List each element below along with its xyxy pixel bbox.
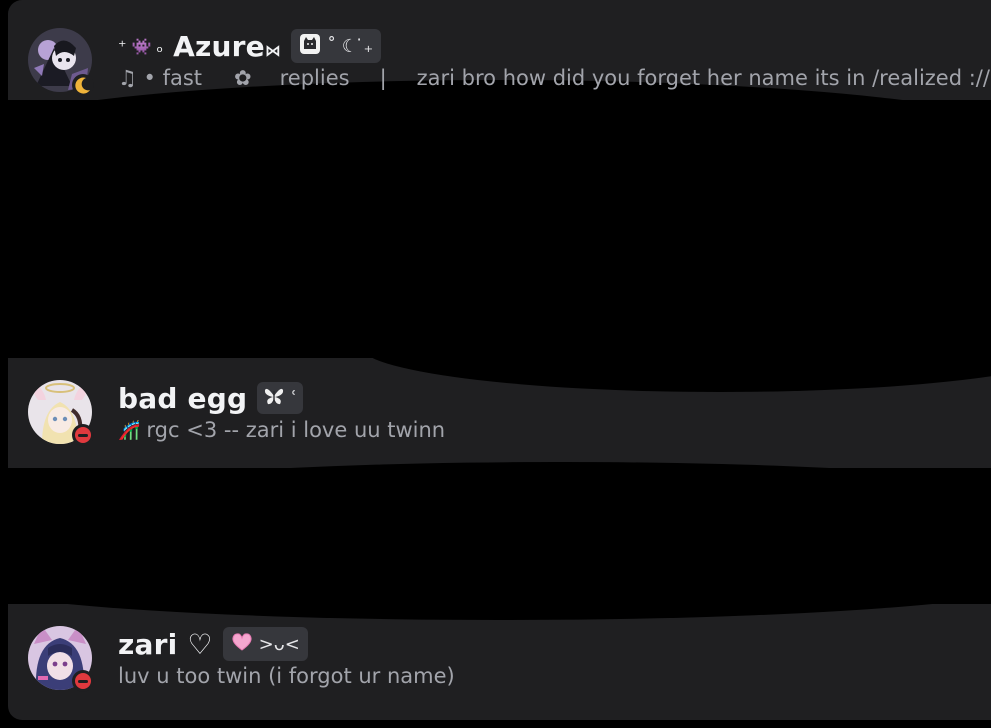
custom-status: 🎢 rgc <3 -- zari i love uu twinn	[118, 418, 445, 442]
tag-text: ˚ ☾ ̇₊	[327, 35, 374, 57]
member-list: ⁺ 👾 ₒ Azure⋈ ˚ ☾ ̇₊ ♫ • fast ✿ replies |	[0, 0, 991, 728]
status-part-music: ♫ • fast	[118, 66, 202, 90]
roller-coaster-icon: 🎢	[118, 419, 141, 441]
name-row: ⁺ 👾 ₒ Azure⋈ ˚ ☾ ̇₊	[118, 28, 382, 64]
status-badge	[72, 424, 94, 446]
tag-text: ʿ	[291, 387, 297, 409]
redaction-scribble	[0, 540, 991, 620]
status-part-message: zari bro how did you forget her name its…	[416, 66, 990, 90]
name-prefix: ⁺ 👾 ₒ	[118, 36, 164, 56]
status-part-flower: ✿	[234, 66, 252, 90]
do-not-disturb-icon	[75, 673, 91, 689]
custom-status: ♫ • fast ✿ replies | zari bro how did yo…	[118, 66, 990, 90]
cat-icon	[299, 33, 321, 60]
redaction-scribble	[80, 462, 991, 532]
custom-status: luv u too twin (i forgot ur name)	[118, 664, 455, 688]
status-text: rgc <3 -- zari i love uu twinn	[146, 418, 446, 442]
tag-text: >ᴗ<	[258, 633, 300, 655]
do-not-disturb-icon	[75, 427, 91, 443]
status-badge	[72, 670, 94, 692]
guild-tag[interactable]: ˚ ☾ ̇₊	[291, 29, 382, 63]
name-row: bad egg ʿ	[118, 380, 303, 416]
redaction-scribble	[0, 80, 991, 200]
butterfly-icon	[263, 386, 285, 411]
pink-heart-icon	[231, 632, 253, 657]
avatar[interactable]	[28, 626, 94, 692]
member-row[interactable]: bad egg ʿ 🎢 rgc <3 -- zari i love uu twi…	[28, 380, 978, 450]
display-name[interactable]: zari ♡	[118, 628, 213, 661]
member-row[interactable]: zari ♡ >ᴗ< luv u too twin (i forgot ur n…	[28, 626, 978, 696]
display-name[interactable]: Azure⋈	[173, 30, 281, 63]
avatar[interactable]	[28, 28, 94, 96]
name-suffix: ⋈	[264, 40, 282, 60]
avatar[interactable]	[28, 380, 94, 446]
guild-tag[interactable]: ʿ	[257, 382, 303, 414]
status-part-replies: replies	[279, 66, 350, 90]
status-text: luv u too twin (i forgot ur name)	[118, 664, 455, 688]
display-name-text: Azure	[173, 29, 265, 63]
display-name[interactable]: bad egg	[118, 382, 247, 415]
name-row: zari ♡ >ᴗ<	[118, 626, 308, 662]
moon-icon	[72, 74, 94, 96]
status-part-separator: |	[379, 66, 387, 90]
member-row[interactable]: ⁺ 👾 ₒ Azure⋈ ˚ ☾ ̇₊ ♫ • fast ✿ replies |	[28, 28, 990, 98]
guild-tag[interactable]: >ᴗ<	[222, 627, 308, 661]
